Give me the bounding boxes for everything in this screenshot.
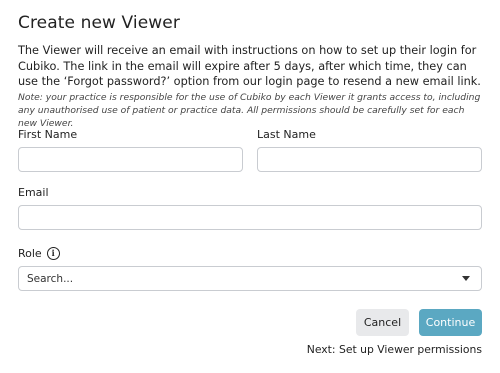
create-viewer-dialog: Create new Viewer The Viewer will receiv… <box>0 0 500 373</box>
first-name-input[interactable] <box>18 147 243 172</box>
note-text: Note: your practice is responsible for t… <box>18 92 481 129</box>
last-name-label: Last Name <box>257 128 316 141</box>
continue-button[interactable]: Continue <box>419 309 482 336</box>
first-name-label: First Name <box>18 128 78 141</box>
role-label-row: Role i <box>18 247 60 260</box>
role-select[interactable]: Search... <box>18 266 482 291</box>
role-select-value: Search... <box>27 272 74 285</box>
caret-down-icon <box>462 276 470 281</box>
info-circle-icon[interactable]: i <box>46 247 60 260</box>
role-label: Role <box>18 247 42 260</box>
dialog-title: Create new Viewer <box>18 13 180 33</box>
last-name-input[interactable] <box>257 147 482 172</box>
cancel-button[interactable]: Cancel <box>356 309 409 336</box>
intro-text: The Viewer will receive an email with in… <box>18 44 481 88</box>
email-label: Email <box>18 186 49 199</box>
email-input[interactable] <box>18 205 482 230</box>
next-step-text: Next: Set up Viewer permissions <box>306 343 482 356</box>
